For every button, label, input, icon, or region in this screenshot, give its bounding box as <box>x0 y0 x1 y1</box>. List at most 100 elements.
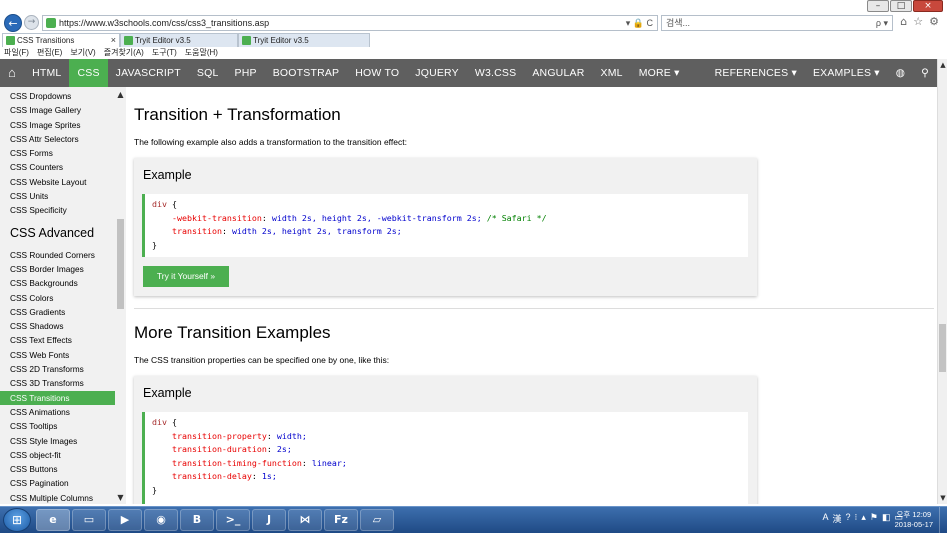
minimize-button[interactable]: – <box>867 0 889 12</box>
sidebar-item[interactable]: CSS Multiple Columns <box>0 491 126 504</box>
search-icon[interactable]: ρ ▾ <box>876 16 888 30</box>
sidebar-item[interactable]: CSS Gradients <box>0 305 126 319</box>
sidebar-item[interactable]: CSS Transitions <box>0 390 126 405</box>
nav-javascript[interactable]: JAVASCRIPT <box>108 59 189 87</box>
sidebar-scroll-thumb[interactable] <box>117 219 124 309</box>
tab-css-transitions[interactable]: CSS Transitions × <box>2 33 120 47</box>
vscode-taskbar-icon[interactable]: ⋈ <box>288 509 322 531</box>
menu-edit[interactable]: 편집(E) <box>37 47 62 59</box>
address-bar[interactable]: https://www.w3schools.com/css/css3_trans… <box>42 15 658 31</box>
ie-taskbar-icon[interactable]: e <box>36 509 70 531</box>
sidebar-item[interactable]: CSS Animations <box>0 405 126 419</box>
nav-w3css[interactable]: W3.CSS <box>467 59 524 87</box>
settings-gear-icon[interactable]: ⚙ <box>929 15 939 28</box>
terminal-taskbar-icon[interactable]: >_ <box>216 509 250 531</box>
site-favicon-icon <box>46 18 56 28</box>
sidebar-item[interactable]: CSS Border Images <box>0 262 126 276</box>
tab-tryit-editor-2[interactable]: Tryit Editor v3.5 <box>238 33 370 47</box>
sidebar-item[interactable]: CSS Counters <box>0 160 126 174</box>
forward-button[interactable]: → <box>24 15 39 30</box>
sidebar-item[interactable]: CSS Pagination <box>0 476 126 490</box>
code-property: transition <box>171 226 222 236</box>
sidebar-item[interactable]: CSS Style Images <box>0 434 126 448</box>
sidebar-item[interactable]: CSS Shadows <box>0 319 126 333</box>
clock[interactable]: 오후 12:09 2018-05-17 <box>895 510 933 530</box>
chrome-taskbar-icon[interactable]: ◉ <box>144 509 178 531</box>
sidebar-item[interactable]: CSS Dropdowns <box>0 89 126 103</box>
back-button[interactable]: ← <box>4 14 22 32</box>
sidebar-item[interactable]: CSS Buttons <box>0 462 126 476</box>
nav-angular[interactable]: ANGULAR <box>524 59 592 87</box>
page-scroll-thumb[interactable] <box>939 324 946 372</box>
sidebar-item[interactable]: CSS Specificity <box>0 203 126 217</box>
ime-icon[interactable]: A <box>822 512 828 525</box>
nav-how-to[interactable]: HOW TO <box>347 59 407 87</box>
tab-tryit-editor-1[interactable]: Tryit Editor v3.5 <box>120 33 238 47</box>
nav-html[interactable]: HTML <box>24 59 69 87</box>
explorer-taskbar-icon[interactable]: ▭ <box>72 509 106 531</box>
nav-examples[interactable]: EXAMPLES ▾ <box>805 59 888 87</box>
menu-help[interactable]: 도움말(H) <box>185 47 218 59</box>
window-taskbar-icon[interactable]: ▱ <box>360 509 394 531</box>
home-icon[interactable]: ⌂ <box>900 15 907 28</box>
flag-icon[interactable]: ⚑ <box>870 512 878 525</box>
sidebar-item[interactable]: CSS object-fit <box>0 448 126 462</box>
nav-xml[interactable]: XML <box>593 59 631 87</box>
menu-file[interactable]: 파일(F) <box>4 47 29 59</box>
sidebar-item[interactable]: CSS Rounded Corners <box>0 248 126 262</box>
sidebar-item[interactable]: CSS Backgrounds <box>0 276 126 290</box>
show-desktop-button[interactable] <box>939 507 947 533</box>
tray-options-icon[interactable]: ⁝ <box>854 512 857 525</box>
search-icon[interactable]: ⚲ <box>913 59 937 87</box>
sidebar-item[interactable]: CSS Attr Selectors <box>0 132 126 146</box>
page-scrollbar[interactable]: ▲ ▼ <box>937 59 947 504</box>
sidebar-item[interactable]: CSS Forms <box>0 146 126 160</box>
nav-more[interactable]: MORE ▾ <box>631 59 688 87</box>
menu-tools[interactable]: 도구(T) <box>152 47 177 59</box>
filezilla-taskbar-icon[interactable]: Fz <box>324 509 358 531</box>
scroll-up-icon[interactable]: ▲ <box>938 61 947 69</box>
help-icon[interactable]: ? <box>845 512 850 525</box>
nav-sql[interactable]: SQL <box>189 59 227 87</box>
sidebar-item[interactable]: CSS Tooltips <box>0 419 126 433</box>
globe-icon[interactable]: ◍ <box>888 59 913 87</box>
nav-php[interactable]: PHP <box>227 59 265 87</box>
scroll-down-icon[interactable]: ▼ <box>938 494 947 502</box>
maximize-button[interactable]: □ <box>890 0 912 12</box>
nav-jquery[interactable]: JQUERY <box>407 59 467 87</box>
sidebar-item[interactable]: CSS Colors <box>0 291 126 305</box>
favorites-star-icon[interactable]: ☆ <box>913 15 923 28</box>
hanja-icon[interactable]: 漢 <box>832 512 841 525</box>
start-button[interactable]: ⊞ <box>3 508 31 532</box>
close-window-button[interactable]: × <box>913 0 943 12</box>
sidebar-item[interactable]: CSS Image Sprites <box>0 118 126 132</box>
nav-css[interactable]: CSS <box>69 59 108 87</box>
address-controls[interactable]: ▾ 🔒 C <box>626 16 653 30</box>
sidebar-item[interactable]: CSS Website Layout <box>0 175 126 189</box>
nav-bootstrap[interactable]: BOOTSTRAP <box>265 59 348 87</box>
home-icon[interactable]: ⌂ <box>0 59 24 87</box>
sidebar-item[interactable]: CSS Web Fonts <box>0 348 126 362</box>
media-player-taskbar-icon[interactable]: ▶ <box>108 509 142 531</box>
search-input[interactable]: 검색... ρ ▾ <box>661 15 893 31</box>
nav-references[interactable]: REFERENCES ▾ <box>707 59 805 87</box>
url-text: https://www.w3schools.com/css/css3_trans… <box>59 18 270 28</box>
sidebar-item[interactable]: CSS Units <box>0 189 126 203</box>
sidebar-scroll-down-icon[interactable]: ▼ <box>115 493 126 502</box>
windows-taskbar: ⊞ e ▭ ▶ ◉ B >_ J ⋈ Fz ▱ A 漢 ? ⁝ ▴ ⚑ ◧ ▭ … <box>0 506 947 533</box>
try-it-yourself-button[interactable]: Try it Yourself » <box>143 266 229 287</box>
sidebar-scrollbar[interactable]: ▲ ▼ <box>115 87 126 504</box>
menu-favorites[interactable]: 즐겨찾기(A) <box>104 47 144 59</box>
code-property: -webkit-transition <box>171 212 262 223</box>
menu-view[interactable]: 보기(V) <box>70 47 95 59</box>
network-icon[interactable]: ◧ <box>882 512 891 525</box>
sidebar-item[interactable]: CSS 2D Transforms <box>0 362 126 376</box>
app-taskbar-icon[interactable]: B <box>180 509 214 531</box>
java-taskbar-icon[interactable]: J <box>252 509 286 531</box>
sidebar-item[interactable]: CSS 3D Transforms <box>0 376 126 390</box>
sidebar-item[interactable]: CSS Image Gallery <box>0 103 126 117</box>
sidebar-item[interactable]: CSS Text Effects <box>0 333 126 347</box>
sidebar-scroll-up-icon[interactable]: ▲ <box>115 90 126 99</box>
tray-expand-icon[interactable]: ▴ <box>861 512 866 525</box>
tab-close-icon[interactable]: × <box>111 34 116 47</box>
